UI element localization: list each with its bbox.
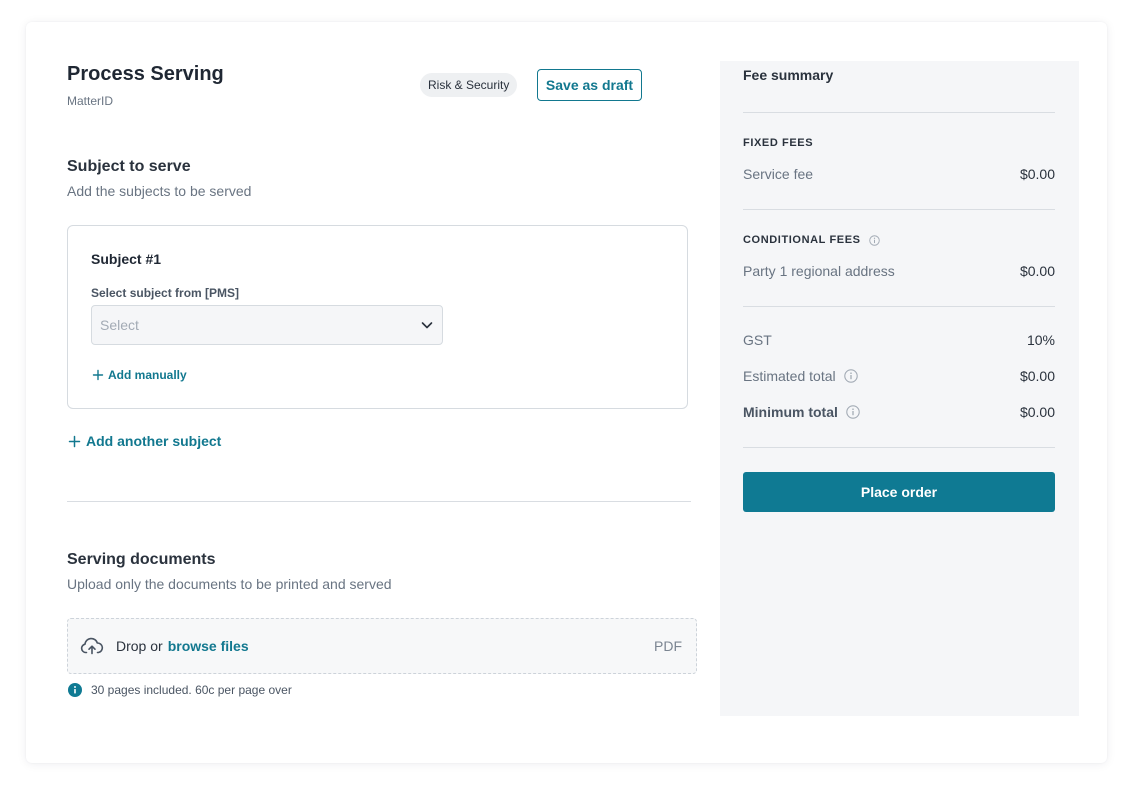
estimated-total-amount: $0.00 [1019, 368, 1055, 384]
page-limit-text: 30 pages included. 60c per page over [91, 683, 292, 697]
plus-icon [92, 369, 104, 381]
fee-divider [743, 306, 1055, 307]
page-limit-note: 30 pages included. 60c per page over [68, 683, 292, 697]
minimum-total-amount: $0.00 [1019, 404, 1055, 420]
info-icon[interactable] [868, 234, 880, 246]
select-placeholder: Select [100, 317, 139, 333]
gst-value: 10% [1026, 332, 1055, 348]
file-dropzone[interactable]: Drop or browse files PDF [67, 618, 697, 674]
minimum-total-label: Minimum total [743, 404, 838, 420]
page-title: Process Serving [67, 63, 224, 85]
fee-summary-title: Fee summary [743, 67, 834, 83]
fee-row-service: Service fee $0.00 [743, 166, 1055, 182]
subject-title: Subject #1 [91, 251, 162, 267]
fee-row-minimum-total: Minimum total $0.00 [743, 404, 1055, 420]
file-type-label: PDF [654, 638, 682, 654]
subjects-section-description: Add the subjects to be served [67, 183, 252, 199]
save-draft-button[interactable]: Save as draft [537, 69, 642, 101]
info-icon[interactable] [846, 405, 860, 419]
subjects-section-title: Subject to serve [67, 158, 191, 175]
fee-row-amount: $0.00 [1019, 263, 1055, 279]
plus-icon [68, 435, 81, 447]
fee-row-amount: $0.00 [1019, 166, 1055, 182]
documents-section-description: Upload only the documents to be printed … [67, 576, 392, 592]
fee-divider [743, 447, 1055, 448]
estimated-total-label: Estimated total [743, 368, 836, 384]
fee-row-label: Service fee [743, 166, 814, 182]
dropzone-text: Drop or [116, 638, 163, 654]
info-icon [68, 683, 82, 697]
conditional-fees-heading-label: CONDITIONAL FEES [743, 234, 861, 246]
info-icon[interactable] [843, 369, 858, 383]
browse-files-link[interactable]: browse files [168, 638, 249, 654]
fee-row-label: Party 1 regional address [743, 263, 895, 279]
fixed-fees-heading-label: FIXED FEES [743, 137, 814, 149]
place-order-button[interactable]: Place order [743, 472, 1055, 512]
fee-summary-panel [720, 61, 1079, 716]
add-manually-link[interactable]: Add manually [92, 368, 187, 382]
fee-row-regional: Party 1 regional address $0.00 [743, 263, 1055, 279]
fee-row-gst: GST 10% [743, 332, 1055, 348]
add-another-subject-label: Add another subject [86, 433, 222, 449]
add-manually-label: Add manually [108, 368, 187, 382]
documents-section-title: Serving documents [67, 551, 216, 568]
add-another-subject-link[interactable]: Add another subject [68, 433, 221, 449]
gst-label: GST [743, 332, 772, 348]
fee-divider [743, 209, 1055, 210]
fee-row-estimated-total: Estimated total $0.00 [743, 368, 1055, 384]
subject-select-label: Select subject from [PMS] [91, 286, 240, 300]
chevron-down-icon [421, 322, 433, 329]
fee-divider [743, 112, 1055, 113]
subject-select[interactable]: Select [91, 305, 443, 345]
fixed-fees-heading: FIXED FEES [743, 137, 813, 149]
section-divider [67, 501, 691, 502]
category-tag: Risk & Security [420, 73, 518, 97]
conditional-fees-heading: CONDITIONAL FEES [743, 234, 880, 246]
cloud-upload-icon [80, 637, 104, 655]
matter-id: MatterID [67, 94, 114, 108]
